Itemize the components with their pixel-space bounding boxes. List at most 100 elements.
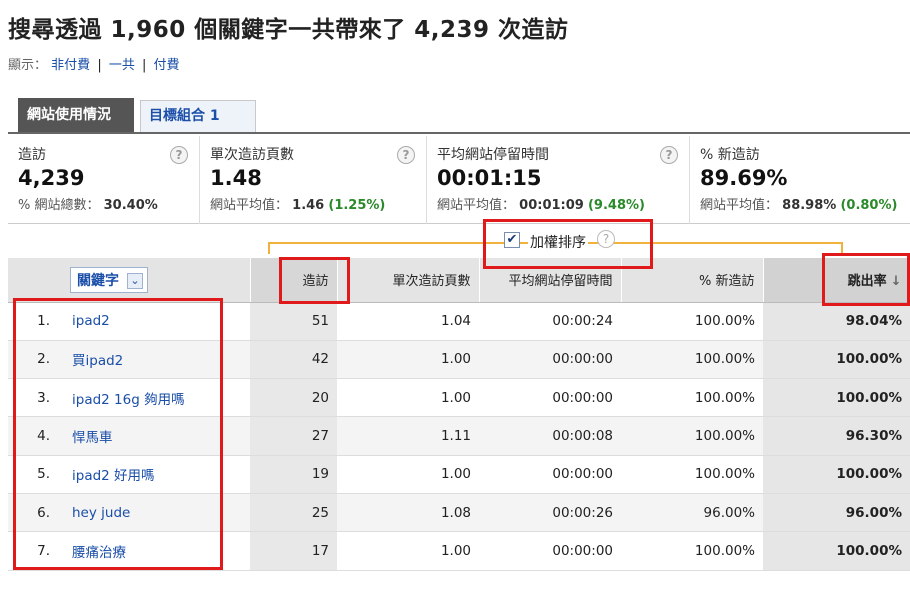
column-header-bounce-rate[interactable]: 跳出率 ↓ [763,258,910,303]
cell-time: 00:00:00 [479,340,621,380]
row-number: 2. [8,340,60,380]
separator: | [142,58,147,73]
metric-value: 89.69% [700,166,788,190]
tab-goal-set-1[interactable]: 目標組合 1 [140,100,256,132]
cell-new: 100.00% [621,302,763,341]
display-label: 顯示： [8,58,48,73]
cell-time: 00:00:00 [479,378,621,418]
row-number: 4. [8,416,60,456]
help-icon[interactable]: ? [660,146,678,164]
cell-time: 00:00:24 [479,302,621,341]
filter-link-total[interactable]: 一共 [109,58,135,73]
metric-sub: 網站平均值： 88.98% (0.80%) [700,198,898,213]
cell-pages: 1.11 [337,416,479,456]
column-header-new-visits[interactable]: % 新造訪 [621,258,764,303]
keyword-dimension-selector[interactable]: 關鍵字 ⌄ [70,266,148,293]
cell-visits: 51 [250,302,337,341]
cell-bounce: 100.00% [763,531,910,571]
metric-value: 4,239 [18,166,85,190]
metric-label: 單次造訪頁數 [210,147,294,163]
metrics-summary: 造訪 4,239 % 網站總數： 30.40% ? 單次造訪頁數 1.48 網站… [8,136,910,224]
cell-visits: 42 [250,340,337,380]
table-row: 2. 買ipad2 42 1.00 00:00:00 100.00% 100.0… [8,340,910,380]
chevron-down-icon: ⌄ [127,272,143,289]
help-icon[interactable]: ? [170,146,188,164]
column-header-pages-per-visit[interactable]: 單次造訪頁數 [337,258,480,303]
cell-new: 96.00% [621,493,763,533]
column-header-keyword: 關鍵字 ⌄ [8,258,251,303]
cell-bounce: 100.00% [763,455,910,494]
cell-pages: 1.04 [337,302,479,341]
cell-bounce: 98.04% [763,302,910,341]
separator: | [97,58,102,73]
help-icon[interactable]: ? [397,146,415,164]
metric-sub: % 網站總數： 30.40% [18,198,158,213]
cell-visits: 17 [250,531,337,571]
column-header-visits[interactable]: 造訪 [250,258,338,303]
metric-visits: 造訪 4,239 % 網站總數： 30.40% ? [8,136,200,224]
tab-divider [8,132,910,134]
row-number: 1. [8,302,60,341]
metric-new-visits: % 新造訪 89.69% 網站平均值： 88.98% (0.80%) [690,136,910,224]
metric-avg-time: 平均網站停留時間 00:01:15 網站平均值： 00:01:09 (9.48%… [427,136,690,224]
table-row: 6. hey jude 25 1.08 00:00:26 96.00% 96.0… [8,493,910,533]
table-row: 3. ipad2 16g 夠用嗎 20 1.00 00:00:00 100.00… [8,378,910,418]
row-number: 5. [8,455,60,494]
metric-label: 平均網站停留時間 [437,147,549,163]
cell-visits: 25 [250,493,337,533]
page-title: 搜尋透過 1,960 個關鍵字一共帶來了 4,239 次造訪 [8,17,569,43]
row-number: 6. [8,493,60,533]
tab-site-usage[interactable]: 網站使用情況 [18,98,134,132]
cell-time: 00:00:00 [479,455,621,494]
table-row: 5. ipad2 好用嗎 19 1.00 00:00:00 100.00% 10… [8,455,910,494]
weighted-sort-checkbox[interactable]: ✔ [504,232,520,248]
column-header-avg-time[interactable]: 平均網站停留時間 [479,258,622,303]
cell-new: 100.00% [621,531,763,571]
cell-new: 100.00% [621,340,763,380]
row-number: 7. [8,531,60,571]
help-icon[interactable]: ? [597,230,615,248]
table-row: 1. ipad2 51 1.04 00:00:24 100.00% 98.04% [8,302,910,341]
keyword-link[interactable]: ipad2 好用嗎 [60,455,250,494]
filter-link-paid[interactable]: 付費 [154,58,180,73]
cell-new: 100.00% [621,378,763,418]
table-row: 7. 腰痛治療 17 1.00 00:00:00 100.00% 100.00% [8,531,910,571]
keyword-link[interactable]: hey jude [60,493,250,533]
keyword-link[interactable]: 悍馬車 [60,416,250,456]
metric-sub: 網站平均值： 00:01:09 (9.48%) [437,198,645,213]
metric-value: 00:01:15 [437,166,542,190]
keyword-link[interactable]: 腰痛治療 [60,531,250,571]
cell-pages: 1.00 [337,531,479,571]
keyword-link[interactable]: 買ipad2 [60,340,250,380]
cell-bounce: 96.00% [763,493,910,533]
cell-pages: 1.00 [337,340,479,380]
metric-label: % 新造訪 [700,147,760,163]
keyword-link[interactable]: ipad2 16g 夠用嗎 [60,378,250,418]
keyword-table: 關鍵字 ⌄ 造訪 單次造訪頁數 平均網站停留時間 % 新造訪 跳出率 ↓ 1. ip… [8,258,910,571]
cell-bounce: 96.30% [763,416,910,456]
cell-new: 100.00% [621,455,763,494]
display-filter: 顯示： 非付費 | 一共 | 付費 [8,54,180,73]
cell-visits: 20 [250,378,337,418]
weighted-sort-label: 加權排序 [528,232,588,252]
keyword-link[interactable]: ipad2 [60,302,250,341]
cell-time: 00:00:00 [479,531,621,571]
sort-down-icon: ↓ [890,274,902,290]
row-number: 3. [8,378,60,418]
weighted-sort-bar: ✔ 加權排序 ? [8,226,910,258]
cell-visits: 19 [250,455,337,494]
cell-pages: 1.00 [337,455,479,494]
metric-sub: 網站平均值： 1.46 (1.25%) [210,198,386,213]
cell-time: 00:00:26 [479,493,621,533]
cell-visits: 27 [250,416,337,456]
table-row: 4. 悍馬車 27 1.11 00:00:08 100.00% 96.30% [8,416,910,456]
cell-bounce: 100.00% [763,340,910,380]
cell-pages: 1.00 [337,378,479,418]
cell-bounce: 100.00% [763,378,910,418]
metric-value: 1.48 [210,166,262,190]
metric-pages-per-visit: 單次造訪頁數 1.48 網站平均值： 1.46 (1.25%) ? [200,136,427,224]
filter-link-organic[interactable]: 非付費 [51,58,90,73]
cell-time: 00:00:08 [479,416,621,456]
cell-new: 100.00% [621,416,763,456]
cell-pages: 1.08 [337,493,479,533]
